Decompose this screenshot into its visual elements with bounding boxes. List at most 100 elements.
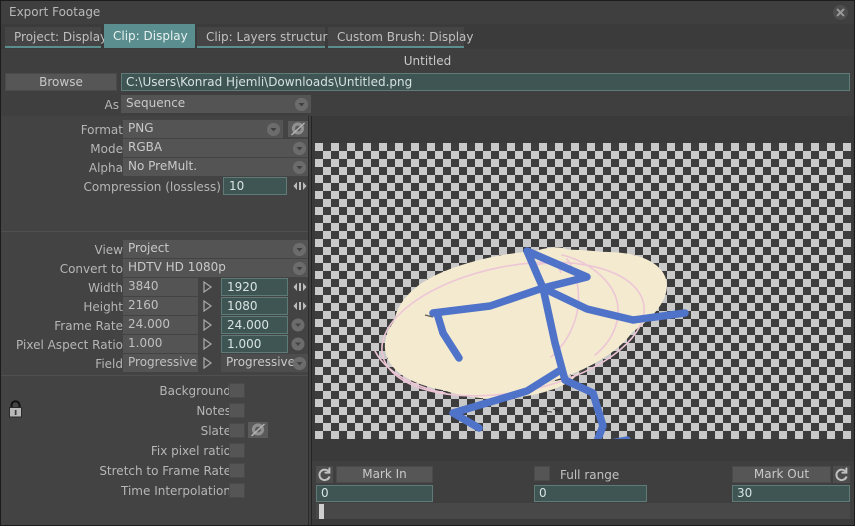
time-interpolation-label: Time Interpolation (121, 484, 231, 498)
as-select[interactable]: Sequence (121, 95, 311, 113)
field-target-select[interactable]: Progressive (221, 354, 309, 372)
frame-rate-row: Frame Rate 24.000 24.000 (1, 316, 309, 335)
mark-out-input[interactable]: 30 (732, 485, 850, 502)
tab-bar: Project: Display Clip: Display Clip: Lay… (1, 24, 854, 49)
slate-label: Slate (200, 424, 231, 438)
left-right-spinner-icon[interactable] (292, 179, 308, 193)
playhead-marker[interactable] (319, 504, 324, 519)
section-divider-2 (1, 375, 309, 376)
preview-panel (312, 116, 854, 461)
full-range-checkbox[interactable] (534, 466, 550, 481)
triangle-right-icon (202, 337, 213, 351)
triangle-right-icon (202, 356, 213, 370)
alpha-value: No PreMult. (128, 159, 198, 173)
field-row: Field Progressive Progressive (1, 354, 309, 373)
compression-input[interactable]: 10 (223, 177, 287, 195)
window-titlebar: Export Footage (1, 1, 854, 24)
tab-clip-display[interactable]: Clip: Display (104, 24, 195, 48)
browse-row: Browse C:\Users\Konrad Hjemli\Downloads\… (1, 73, 854, 92)
mode-value: RGBA (128, 140, 163, 154)
browse-button[interactable]: Browse (5, 73, 117, 91)
chevron-down-icon (293, 161, 306, 174)
keyframe-animate-icon[interactable] (288, 121, 308, 137)
as-value: Sequence (126, 96, 186, 110)
option-row-time-interpolation: Time Interpolation (1, 481, 309, 500)
frame-rate-source-value: 24.000 (123, 316, 198, 334)
stretch-to-frame-rate-checkbox[interactable] (229, 463, 245, 478)
convert-to-label: Convert to (59, 262, 123, 276)
file-name-label: Untitled (403, 54, 452, 68)
format-value: PNG (128, 121, 154, 135)
refresh-icon[interactable] (316, 466, 333, 483)
convert-to-select[interactable]: HDTV HD 1080p (123, 259, 309, 277)
time-interpolation-checkbox[interactable] (229, 483, 245, 498)
window-title: Export Footage (9, 5, 101, 19)
compression-label: Compression (lossless) (83, 180, 221, 194)
timeline-track[interactable] (316, 503, 850, 520)
export-footage-window: Export Footage Project: Display Clip: Di… (0, 0, 855, 526)
full-range-input[interactable]: 0 (534, 485, 647, 502)
stretch-to-frame-rate-label: Stretch to Frame Rate (99, 464, 231, 478)
mode-select[interactable]: RGBA (123, 139, 309, 157)
pixel-aspect-ratio-label: Pixel Aspect Ratio (16, 338, 123, 352)
fix-pixel-ratio-label: Fix pixel ratio (150, 444, 231, 458)
notes-label: Notes (196, 404, 231, 418)
alpha-row: Alpha No PreMult. (1, 158, 309, 177)
format-row: Format PNG (1, 120, 309, 139)
width-source-value: 3840 (123, 278, 198, 296)
frame-rate-target-input[interactable]: 24.000 (221, 316, 288, 334)
fix-pixel-ratio-checkbox[interactable] (229, 443, 245, 458)
bottom-edge (312, 519, 854, 525)
format-select[interactable]: PNG (123, 120, 283, 138)
view-value: Project (128, 241, 170, 255)
mode-row: Mode RGBA (1, 139, 309, 158)
tab-clip-layers-structure[interactable]: Clip: Layers structure (197, 27, 335, 48)
height-label: Height (83, 300, 123, 314)
chevron-down-icon (293, 357, 306, 370)
left-right-spinner-icon[interactable] (292, 299, 308, 313)
refresh-icon[interactable] (833, 466, 850, 483)
triangle-right-icon (202, 299, 213, 313)
chevron-down-icon[interactable] (291, 337, 307, 351)
height-source-value: 2160 (123, 297, 198, 315)
compression-row: Compression (lossless) 10 (1, 177, 309, 196)
keyframe-animate-icon[interactable] (248, 422, 268, 438)
option-row-fix-pixel-ratio: Fix pixel ratio (1, 441, 309, 460)
pixel-aspect-ratio-target-input[interactable]: 1.000 (221, 335, 288, 353)
height-target-input[interactable]: 1080 (221, 297, 288, 315)
field-source-value: Progressive (123, 354, 198, 372)
transparency-checkerboard-canvas[interactable] (315, 143, 851, 439)
output-path-input[interactable]: C:\Users\Konrad Hjemli\Downloads\Untitle… (121, 73, 850, 91)
pixel-aspect-ratio-row: Pixel Aspect Ratio 1.000 1.000 (1, 335, 309, 354)
alpha-select[interactable]: No PreMult. (123, 158, 309, 176)
mark-out-button[interactable]: Mark Out (732, 466, 831, 483)
field-label: Field (95, 357, 123, 371)
full-range-label: Full range (560, 468, 620, 482)
option-row-background: Background (1, 381, 309, 400)
left-right-spinner-icon[interactable] (292, 280, 308, 294)
field-target-value: Progressive (226, 355, 296, 369)
convert-to-value: HDTV HD 1080p (128, 260, 226, 274)
chevron-down-icon (293, 243, 306, 256)
chevron-down-icon[interactable] (291, 318, 307, 332)
view-select[interactable]: Project (123, 240, 309, 258)
slate-checkbox[interactable] (229, 423, 245, 438)
mark-in-button[interactable]: Mark In (336, 466, 433, 483)
chevron-down-icon (293, 142, 306, 155)
tab-project-display[interactable]: Project: Display (5, 27, 107, 48)
height-row: Height 2160 1080 (1, 297, 309, 316)
width-target-input[interactable]: 1920 (221, 278, 288, 296)
notes-checkbox[interactable] (229, 403, 245, 418)
tab-custom-brush-display[interactable]: Custom Brush: Display (328, 27, 474, 48)
view-label: View (94, 243, 123, 257)
view-row: View Project (1, 240, 309, 259)
mark-in-input[interactable]: 0 (316, 485, 433, 502)
mode-label: Mode (90, 142, 123, 156)
frame-rate-label: Frame Rate (54, 319, 123, 333)
pixel-aspect-ratio-source-value: 1.000 (123, 335, 198, 353)
close-icon[interactable] (833, 5, 848, 20)
playback-range-bar: Mark In 0 Full range 0 Mark Out 30 (312, 461, 854, 525)
background-checkbox[interactable] (229, 383, 245, 398)
width-row: Width 3840 1920 (1, 278, 309, 297)
option-row-notes: Notes (1, 401, 309, 420)
